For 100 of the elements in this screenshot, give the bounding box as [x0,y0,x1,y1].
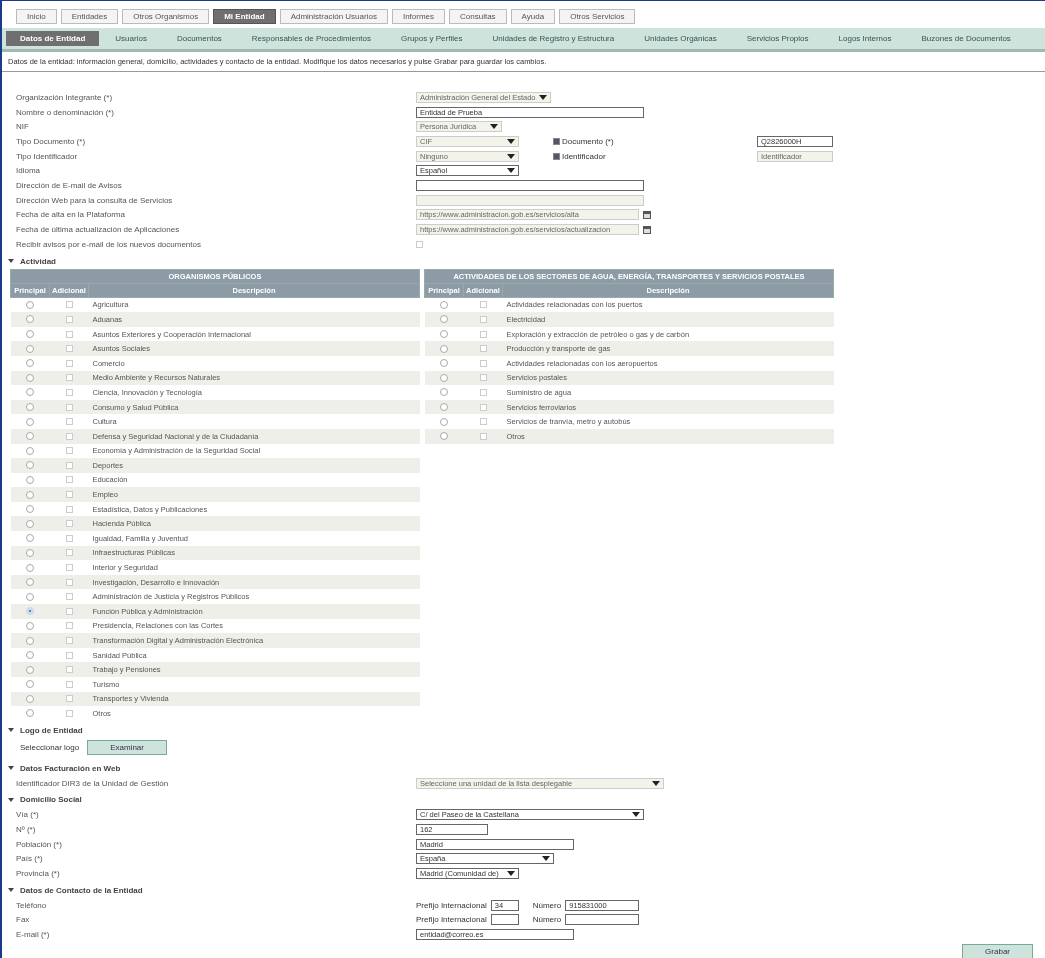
collapse-icon[interactable] [8,259,14,264]
sub-tab[interactable]: Usuarios [101,31,161,46]
checkbox[interactable] [479,330,487,338]
checkbox[interactable] [65,301,73,309]
text-field[interactable] [490,914,519,926]
sub-tab[interactable]: Datos de Entidad [6,31,100,46]
sub-tab[interactable]: Grupos y Perfiles [387,31,477,46]
radio-button[interactable] [26,563,34,572]
checkbox[interactable] [65,666,73,674]
nav-tab[interactable]: Ayuda [510,9,556,24]
checkbox[interactable] [65,345,73,353]
radio-button[interactable] [26,403,34,411]
radio-button[interactable] [440,388,448,397]
checkbox[interactable] [65,695,73,703]
collapse-icon[interactable] [8,797,14,802]
checkbox[interactable] [65,432,73,440]
radio-button[interactable] [440,344,448,353]
sub-tab[interactable]: Unidades Orgánicas [630,31,731,46]
radio-button[interactable] [440,315,448,324]
section-title[interactable]: Actividad [20,256,56,266]
section-title[interactable]: Logo de Entidad [20,725,83,735]
checkbox[interactable] [479,403,487,411]
nav-tab[interactable]: Otros Organismos [122,9,210,24]
nav-tab[interactable]: Otros Servicios [559,9,636,24]
radio-button[interactable] [26,461,34,470]
text-field[interactable] [565,914,640,926]
sub-tab[interactable]: Buzones de Documentos [907,31,1025,46]
checkbox[interactable] [65,476,73,484]
checkbox[interactable] [65,505,73,513]
checkbox[interactable] [65,651,73,659]
checkbox[interactable] [65,534,73,542]
radio-button[interactable] [26,636,34,645]
checkbox[interactable] [65,388,73,396]
checkbox[interactable] [479,315,487,323]
checkbox[interactable] [479,374,487,382]
checkbox[interactable] [479,418,487,426]
radio-button[interactable] [26,315,34,324]
radio-button[interactable] [26,709,34,718]
radio-button[interactable] [26,680,34,689]
nav-tab[interactable]: Consultas [449,9,507,24]
checkbox[interactable] [479,359,487,367]
radio-button[interactable] [440,300,448,309]
checkbox[interactable] [65,359,73,367]
checkbox[interactable] [65,564,73,572]
sub-tab[interactable]: Servicios Propios [732,31,823,46]
checkbox[interactable] [65,549,73,557]
checkbox[interactable] [65,593,73,601]
browse-button[interactable]: Examinar [87,739,167,755]
checkbox[interactable] [65,330,73,338]
radio-button[interactable] [26,300,34,309]
radio-button[interactable] [440,432,448,441]
radio-button[interactable] [26,373,34,382]
checkbox[interactable] [65,418,73,426]
radio-button[interactable] [26,344,34,353]
radio-button[interactable] [26,388,34,397]
radio-button[interactable] [26,330,34,339]
radio-button[interactable] [26,359,34,368]
checkbox[interactable] [479,301,487,309]
checkbox[interactable] [65,637,73,644]
radio-button[interactable] [26,446,34,455]
radio-button[interactable] [440,373,448,382]
checkbox[interactable] [65,461,73,469]
checkbox[interactable] [479,432,487,440]
checkbox[interactable] [65,680,73,688]
radio-button[interactable] [26,578,34,587]
nav-tab[interactable]: Inicio [16,9,57,24]
radio-button[interactable] [26,607,34,616]
radio-button[interactable] [26,694,34,703]
radio-button[interactable] [26,592,34,601]
checkbox[interactable] [65,447,73,455]
radio-button[interactable] [26,490,34,499]
text-field[interactable] [416,179,644,191]
radio-button[interactable] [440,359,448,368]
save-button[interactable]: Grabar [962,943,1033,958]
radio-button[interactable] [26,519,34,528]
checkbox[interactable] [65,520,73,528]
sub-tab[interactable]: Documentos [162,31,236,46]
section-title[interactable]: Domicilio Social [20,795,82,805]
nav-tab[interactable]: Informes [391,9,446,24]
radio-button[interactable] [26,665,34,674]
checkbox[interactable] [65,491,73,499]
checkbox[interactable] [65,374,73,382]
checkbox[interactable] [65,315,73,323]
sub-tab[interactable]: Responsables de Procedimientos [237,31,386,46]
checkbox[interactable] [479,345,487,353]
radio-button[interactable] [440,330,448,339]
radio-button[interactable] [26,417,34,426]
section-title[interactable]: Datos de Contacto de la Entidad [20,885,143,895]
nav-tab[interactable]: Administración Usuarios [279,9,388,24]
radio-button[interactable] [440,417,448,426]
nav-tab[interactable]: Entidades [60,9,119,24]
collapse-icon[interactable] [8,728,14,733]
checkbox[interactable] [65,403,73,411]
checkbox[interactable] [65,578,73,586]
radio-button[interactable] [26,651,34,660]
radio-button[interactable] [26,548,34,557]
radio-button[interactable] [26,534,34,543]
sub-tab[interactable]: Logos Internos [824,31,906,46]
nav-tab[interactable]: Mi Entidad [213,9,276,24]
collapse-icon[interactable] [8,888,14,893]
